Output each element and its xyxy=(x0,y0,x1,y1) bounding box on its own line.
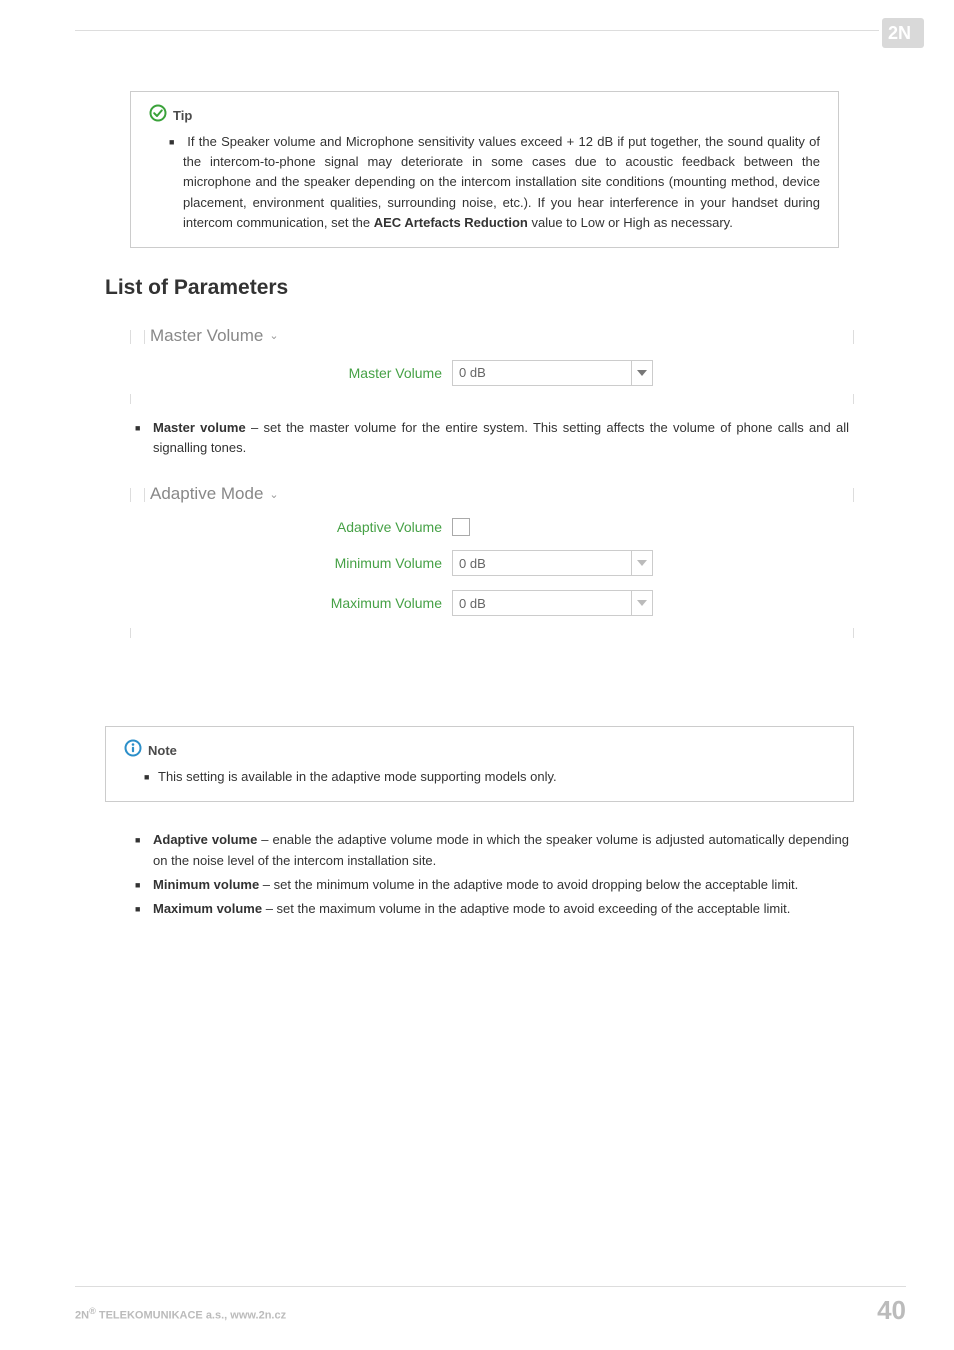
footer-left: 2N® TELEKOMUNIKACE a.s., www.2n.cz xyxy=(75,1306,286,1322)
master-volume-select[interactable]: 0 dB xyxy=(452,360,632,386)
page-footer: 2N® TELEKOMUNIKACE a.s., www.2n.cz 40 xyxy=(75,1286,906,1326)
list-item: Adaptive volume – enable the adaptive vo… xyxy=(135,830,849,870)
check-circle-icon xyxy=(149,104,167,128)
adaptive-volume-label: Adaptive Volume xyxy=(144,519,452,535)
adaptive-mode-legend[interactable]: Adaptive Mode ⌄ xyxy=(144,484,285,504)
note-callout: Note This setting is available in the ad… xyxy=(105,726,854,802)
tip-bullet: If the Speaker volume and Microphone sen… xyxy=(183,132,820,233)
maximum-volume-select[interactable]: 0 dB xyxy=(452,590,632,616)
section-heading: List of Parameters xyxy=(105,276,879,300)
master-volume-description: Master volume – set the master volume fo… xyxy=(135,418,849,458)
chevron-down-icon: ⌄ xyxy=(269,329,278,342)
master-volume-dropdown-button[interactable] xyxy=(631,360,653,386)
minimum-volume-label: Minimum Volume xyxy=(144,555,452,571)
tip-title: Tip xyxy=(173,106,192,126)
minimum-volume-select[interactable]: 0 dB xyxy=(452,550,632,576)
brand-logo: 2N xyxy=(882,18,924,48)
list-item: Minimum volume – set the minimum volume … xyxy=(135,875,849,895)
chevron-down-icon: ⌄ xyxy=(269,488,278,501)
adaptive-mode-fieldset: Adaptive Mode ⌄ Adaptive Volume Minimum … xyxy=(130,476,854,638)
adaptive-volume-checkbox[interactable] xyxy=(452,518,470,536)
maximum-volume-label: Maximum Volume xyxy=(144,595,452,611)
maximum-volume-dropdown-button[interactable] xyxy=(631,590,653,616)
note-bullet: This setting is available in the adaptiv… xyxy=(158,767,835,787)
master-volume-label: Master Volume xyxy=(144,365,452,381)
master-volume-legend[interactable]: Master Volume ⌄ xyxy=(144,326,285,346)
page-number: 40 xyxy=(877,1295,906,1326)
parameter-list: Adaptive volume – enable the adaptive vo… xyxy=(135,830,849,919)
minimum-volume-dropdown-button[interactable] xyxy=(631,550,653,576)
tip-callout: Tip If the Speaker volume and Microphone… xyxy=(130,91,839,248)
list-item: Maximum volume – set the maximum volume … xyxy=(135,899,849,919)
note-title: Note xyxy=(148,741,177,761)
info-circle-icon xyxy=(124,739,142,763)
master-volume-fieldset: Master Volume ⌄ Master Volume 0 dB xyxy=(130,318,854,404)
header-rule xyxy=(75,30,879,31)
svg-text:2N: 2N xyxy=(888,23,911,43)
